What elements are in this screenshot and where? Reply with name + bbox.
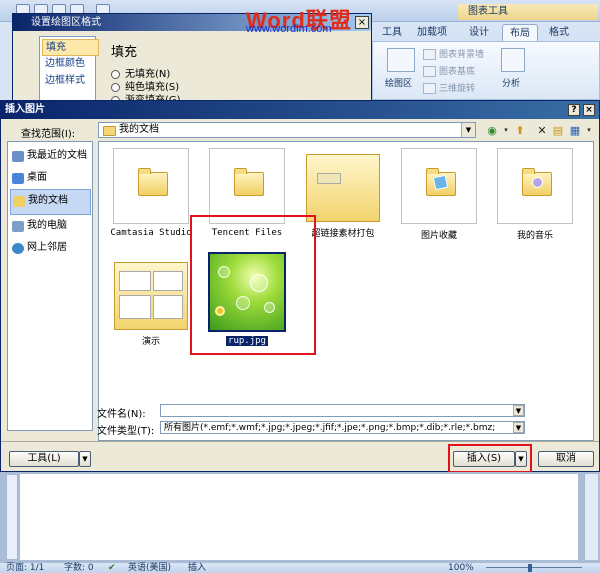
format-dialog-close-button[interactable]: × — [355, 16, 369, 29]
chart-wall-button[interactable]: 图表背景墙 — [423, 47, 484, 60]
3d-rotation-button[interactable]: 三维旋转 — [423, 81, 475, 94]
status-language[interactable]: 英语(美国) — [128, 563, 171, 573]
filetype-label: 文件类型(T): — [97, 426, 155, 437]
filename-dropdown-icon[interactable]: ▼ — [513, 405, 524, 416]
folder-icon — [234, 168, 264, 196]
file-item[interactable]: 图片收藏 — [391, 148, 487, 241]
word-left-strip — [0, 22, 12, 102]
status-insert-mode[interactable]: 插入 — [188, 563, 206, 573]
folder-thumbnail — [114, 256, 188, 330]
analysis-icon[interactable] — [501, 48, 525, 72]
preview-paper — [317, 173, 341, 184]
fill-heading: 填充 — [111, 45, 138, 60]
plot-area-icon[interactable] — [387, 48, 415, 72]
network-icon — [12, 243, 24, 254]
filetype-select[interactable]: 所有图片(*.emf;*.wmf;*.jpg;*.jpeg;*.jfif;*.j… — [160, 421, 525, 434]
desktop-icon — [12, 173, 24, 184]
file-item-label: 图片收藏 — [420, 231, 457, 241]
filename-label: 文件名(N): — [97, 409, 146, 420]
back-dropdown-icon[interactable]: ▾ — [499, 124, 513, 137]
place-my-documents[interactable]: 我的文档 — [10, 189, 91, 215]
folder-icon — [306, 154, 380, 222]
up-folder-icon[interactable]: ⬆ — [513, 124, 527, 137]
look-in-label: 查找范围(I): — [21, 129, 76, 140]
file-item[interactable]: 演示 — [103, 256, 199, 347]
chevron-down-icon[interactable]: ▼ — [461, 123, 475, 137]
look-in-dropdown[interactable]: 我的文档 ▼ — [98, 122, 476, 138]
chart-floor-icon — [423, 66, 436, 77]
views-dropdown-icon[interactable]: ▾ — [582, 124, 596, 137]
preview-paper — [119, 271, 151, 291]
chart-wall-icon — [423, 49, 436, 60]
zoom-slider-thumb[interactable] — [528, 564, 532, 572]
format-category-list: 填充 边框颜色 边框样式 — [39, 36, 99, 104]
status-page[interactable]: 页面: 1/1 — [6, 563, 44, 573]
3d-rotation-icon — [423, 83, 436, 94]
place-network[interactable]: 网上邻居 — [10, 237, 91, 263]
document-page[interactable] — [20, 474, 578, 560]
insert-picture-title: 插入图片 — [1, 101, 599, 119]
picture-folder-icon — [426, 168, 456, 196]
category-fill[interactable]: 填充 — [42, 39, 99, 56]
my-computer-icon — [12, 221, 24, 232]
folder-icon — [103, 126, 116, 136]
folder-thumbnail — [306, 148, 380, 222]
places-bar: 我最近的文档 桌面 我的文档 我的电脑 网上邻居 — [7, 141, 93, 431]
folder-thumbnail — [113, 148, 189, 224]
filetype-dropdown-icon[interactable]: ▼ — [513, 422, 524, 433]
preview-paper — [153, 295, 183, 319]
ribbon-layout-panel: 绘图区 图表背景墙 图表基底 三维旋转 分析 — [372, 41, 600, 100]
folder-thumbnail — [497, 148, 573, 224]
help-button[interactable]: ? — [568, 104, 580, 116]
status-word-count[interactable]: 字数: 0 — [64, 563, 94, 573]
file-item-label: 演示 — [141, 337, 160, 347]
file-item[interactable]: Camtasia Studio — [103, 148, 199, 238]
delete-icon[interactable]: ✕ — [535, 124, 549, 137]
views-icon[interactable]: ▦ — [568, 124, 582, 137]
analysis-button[interactable]: 分析 — [502, 76, 520, 89]
recent-documents-icon — [12, 151, 24, 162]
chart-tools-context-title: 图表工具 — [458, 4, 598, 20]
tab-design[interactable]: 设计 — [462, 24, 496, 41]
cancel-button[interactable]: 取消 — [538, 451, 594, 467]
zoom-slider[interactable] — [480, 564, 590, 572]
tools-button[interactable]: 工具(L) — [9, 451, 79, 467]
folder-thumbnail — [209, 148, 285, 224]
highlight-box-insert-button — [448, 444, 532, 473]
folder-icon — [138, 168, 168, 196]
my-documents-icon — [13, 196, 25, 207]
file-item[interactable]: 我的音乐 — [487, 148, 583, 241]
tools-dropdown-icon[interactable]: ▼ — [79, 451, 91, 467]
highlight-box-selected-file — [190, 215, 316, 355]
file-item-label: Camtasia Studio — [110, 228, 192, 238]
vertical-ruler — [6, 474, 18, 560]
preview-paper — [153, 271, 183, 291]
status-zoom[interactable]: 100% — [448, 563, 474, 573]
category-border-style[interactable]: 边框样式 — [42, 73, 97, 88]
plot-area-button[interactable]: 绘图区 — [385, 76, 412, 89]
tab-addins[interactable]: 加载项 — [410, 24, 454, 41]
back-icon[interactable]: ◉ — [485, 124, 499, 137]
status-bar: 页面: 1/1 字数: 0 ✔ 英语(美国) 插入 100% — [0, 563, 600, 573]
close-button[interactable]: × — [583, 104, 595, 116]
proofing-icon[interactable]: ✔ — [108, 563, 116, 573]
tab-tools[interactable]: 工具 — [375, 24, 409, 41]
watermark-url: www.wordlm.com — [246, 23, 332, 35]
file-list-pane: Camtasia Studio Tencent Files 超链接素材打包 图片… — [98, 141, 594, 441]
tab-format[interactable]: 格式 — [542, 24, 576, 41]
category-border-color[interactable]: 边框颜色 — [42, 56, 97, 71]
new-folder-icon[interactable]: ▤ — [551, 124, 565, 137]
divider — [1, 441, 599, 442]
tab-layout[interactable]: 布局 — [502, 24, 538, 42]
file-item-label: 我的音乐 — [516, 231, 553, 241]
music-folder-icon — [522, 168, 552, 196]
chart-floor-button[interactable]: 图表基底 — [423, 64, 475, 77]
folder-icon — [114, 262, 188, 330]
filename-input[interactable] — [160, 404, 525, 417]
vertical-scrollbar[interactable] — [584, 474, 598, 560]
folder-thumbnail — [401, 148, 477, 224]
preview-paper — [119, 295, 151, 319]
